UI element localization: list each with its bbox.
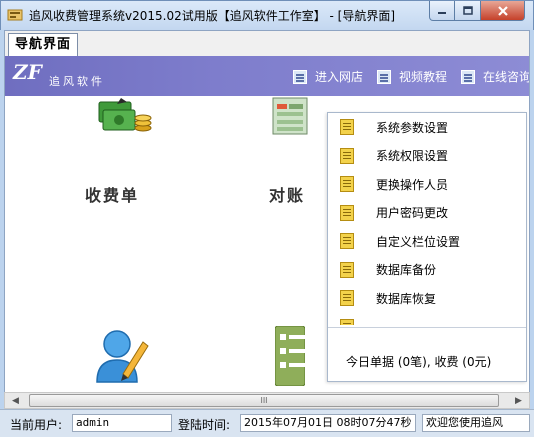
menu-item-label: 系统权限设置 [376, 149, 449, 164]
note-icon [340, 204, 354, 221]
menu-item-permissions[interactable]: 系统权限设置 [328, 142, 526, 171]
minimize-button[interactable] [429, 1, 455, 21]
maximize-icon [462, 6, 473, 15]
minimize-icon [438, 11, 446, 14]
list-icon [461, 69, 476, 84]
note-icon [340, 261, 354, 278]
banner-links: 进入网店 视频教程 在线咨询 [293, 68, 530, 85]
window-title: 追风收费管理系统v2015.02试用版【追风软件工作室】 - [导航界面] [29, 9, 396, 23]
current-user-value: admin [72, 414, 172, 432]
status-bar: 当前用户: admin 登陆时间: 2015年07月01日 08时07分47秒 … [0, 409, 534, 437]
menu-item-db-restore[interactable]: 数据库恢复 [328, 284, 526, 313]
menu-item-system-params[interactable]: 系统参数设置 [328, 113, 526, 142]
settings-popup: 系统参数设置 系统权限设置 更换操作人员 用户密码更改 自定义栏位设置 数据库备… [327, 112, 527, 382]
module-list[interactable] [274, 325, 315, 390]
login-time-label: 登陆时间: [178, 418, 231, 432]
menu-item-switch-operator[interactable]: 更换操作人员 [328, 170, 526, 199]
current-user-label: 当前用户: [10, 418, 63, 432]
app-icon [7, 9, 23, 21]
user-edit-icon [96, 330, 149, 383]
note-icon [340, 176, 354, 193]
today-summary: 今日单据 (0笔), 收费 (0元) [346, 355, 492, 369]
menu-item-hidden[interactable] [328, 313, 526, 325]
link-online-consult[interactable]: 在线咨询 [461, 68, 530, 85]
note-icon [340, 318, 354, 325]
scroll-right-button[interactable]: ▶ [510, 393, 527, 408]
module-user-edit[interactable] [93, 324, 153, 388]
note-icon [340, 290, 354, 307]
link-online-shop[interactable]: 进入网店 [293, 68, 363, 85]
login-time-value: 2015年07月01日 08时07分47秒 [240, 414, 416, 432]
list-icon [274, 325, 306, 387]
module-label: 收费单 [85, 186, 140, 205]
popup-divider [328, 327, 526, 328]
link-label: 进入网店 [315, 70, 364, 84]
settings-menu: 系统参数设置 系统权限设置 更换操作人员 用户密码更改 自定义栏位设置 数据库备… [328, 113, 526, 325]
banner: ZF 追风软件 进入网店 视频教程 在线咨询 [5, 56, 530, 96]
money-icon [98, 98, 152, 132]
list-icon [293, 69, 307, 84]
menu-item-label: 自定义栏位设置 [376, 234, 461, 249]
tab-navigation[interactable]: 导航界面 [8, 33, 79, 57]
module-fee-bill[interactable]: 收费单 [85, 96, 165, 208]
logo-text: 追风软件 [49, 75, 105, 88]
note-icon [340, 119, 354, 136]
arrow-right-icon: ▶ [515, 395, 522, 406]
menu-item-label: 数据库备份 [376, 263, 437, 278]
scroll-thumb[interactable]: III [29, 394, 499, 407]
window-controls [429, 1, 525, 21]
menu-item-change-password[interactable]: 用户密码更改 [328, 199, 526, 228]
module-label: 对账 [269, 186, 306, 205]
menu-item-label: 更换操作人员 [376, 177, 449, 192]
grip-icon: III [260, 396, 268, 405]
welcome-text: 欢迎您使用追风 [422, 414, 530, 432]
menu-item-db-backup[interactable]: 数据库备份 [328, 256, 526, 285]
menu-item-label: 用户密码更改 [376, 206, 449, 221]
logo-mark: ZF [13, 60, 42, 84]
note-icon [340, 233, 354, 250]
tab-strip: 导航界面 [4, 30, 530, 57]
arrow-left-icon: ◀ [12, 395, 19, 406]
link-label: 在线咨询 [483, 70, 530, 84]
list-icon [377, 69, 392, 84]
maximize-button[interactable] [455, 1, 481, 21]
menu-item-label: 数据库恢复 [376, 291, 437, 306]
menu-item-label: 系统参数设置 [376, 120, 449, 135]
scroll-left-button[interactable]: ◀ [7, 393, 24, 408]
module-reconcile[interactable]: 对账 [267, 96, 331, 208]
note-icon [340, 147, 354, 164]
report-icon [272, 97, 308, 135]
title-bar[interactable]: 追风收费管理系统v2015.02试用版【追风软件工作室】 - [导航界面] [0, 0, 534, 30]
link-video-tutorial[interactable]: 视频教程 [377, 68, 447, 85]
close-icon [497, 5, 508, 16]
horizontal-scrollbar[interactable]: ◀ III ▶ [4, 392, 530, 409]
link-label: 视频教程 [399, 70, 448, 84]
close-button[interactable] [481, 1, 525, 21]
menu-item-custom-fields[interactable]: 自定义栏位设置 [328, 227, 526, 256]
